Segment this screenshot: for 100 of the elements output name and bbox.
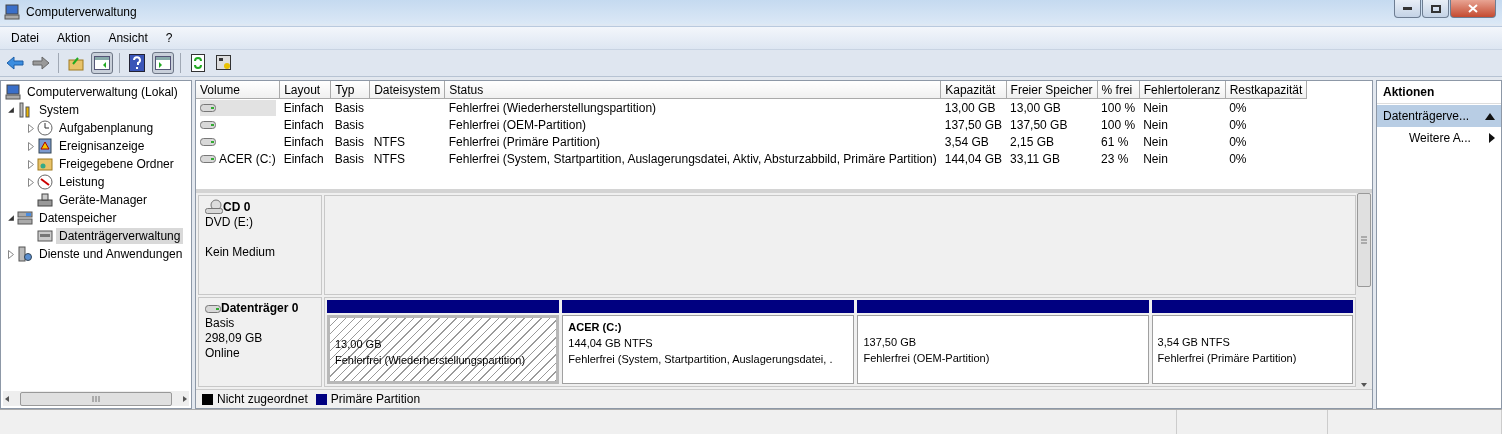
table-cell: Nein [1143,117,1168,132]
disk-detail: Kein Medium [205,245,276,259]
partition[interactable]: 3,54 GB NTFS Fehlerfrei (Primäre Partition) [1151,315,1353,384]
partition[interactable]: 137,50 GB Fehlerfrei (OEM-Partition) [857,315,1149,384]
cd-drive-icon [205,199,223,215]
disk-management-icon [37,228,53,244]
drive-icon [200,153,216,164]
tree-item[interactable]: System [36,102,82,118]
collapsed-arrow-icon[interactable] [5,248,17,260]
menu-item[interactable]: ? [158,29,180,47]
disk-detail: DVD (E:) [205,215,253,229]
show-hide-tree-button[interactable] [91,52,113,74]
gauge-icon [37,174,53,190]
tree-item[interactable]: Aufgabenplanung [56,120,157,136]
table-cell: Fehlerfrei (OEM-Partition) [448,117,587,132]
tree-item[interactable]: Ereignisanzeige [56,138,148,154]
forward-arrow-icon [32,56,50,70]
maximize-icon [1430,4,1441,13]
tree-item[interactable]: Leistung [56,174,108,190]
column-header[interactable]: Restkapazität [1225,81,1307,99]
table-cell: ACER (C:) [219,151,276,166]
column-header[interactable]: Freier Speicher [1006,81,1098,99]
table-cell: 0% [1229,117,1247,132]
expanded-arrow-icon[interactable] [5,212,17,224]
collapsed-arrow-icon[interactable] [25,158,37,170]
scrollbar-thumb[interactable] [1357,193,1371,287]
close-button[interactable] [1450,0,1496,18]
computer-icon [5,84,21,100]
column-header[interactable]: Layout [279,81,331,99]
table-cell: Fehlerfrei (Primäre Partition) [448,134,601,149]
column-header[interactable]: Volume [196,81,280,99]
grip-icon [1361,236,1367,244]
table-cell: 137,50 GB [944,117,1003,132]
expanded-arrow-icon[interactable] [5,104,17,116]
help-icon [129,54,145,72]
help-button[interactable] [126,52,148,74]
column-header[interactable]: Status [444,81,941,99]
disk-detail: Basis [205,316,235,330]
close-icon [1468,4,1478,13]
drive-icon [200,102,216,113]
volume-cell[interactable] [200,99,276,116]
partition[interactable]: 13,00 GB Fehlerfrei (Wiederherstellungspartition) [327,315,560,384]
menu-item[interactable]: Ansicht [101,29,155,47]
partition-status: Fehlerfrei (System, Startpartition, Auslagerungsdatei, . [568,353,833,365]
shared-folder-icon [37,156,53,172]
column-header[interactable]: Typ [330,81,370,99]
partition[interactable]: ACER (C:) 144,04 GB NTFS Fehlerfrei (System, Startpartition, Auslagerungsdatei, . [562,315,855,384]
table-cell: 61 % [1101,134,1129,149]
table-cell: 0% [1229,134,1247,149]
table-cell: 13,00 GB [1010,100,1061,115]
table-cell: Nein [1143,134,1168,149]
table-cell: 0% [1229,100,1247,115]
scrollbar-thumb[interactable] [20,391,172,406]
maximize-button[interactable] [1422,0,1449,18]
menu-item[interactable]: Aktion [50,29,98,47]
window-title: Computerverwaltung [26,5,138,19]
column-header[interactable]: Kapazität [940,81,1007,99]
device-icon [37,192,53,208]
scroll-left-icon[interactable] [3,394,11,403]
vertical-scrollbar[interactable] [1356,193,1372,389]
scroll-right-icon[interactable] [181,394,189,403]
disk-name: Datenträger 0 [221,301,299,316]
table-cell: Einfach [283,151,324,166]
table-cell: Nein [1143,151,1168,166]
disk-detail: Online [205,346,240,360]
tree-item[interactable]: Geräte-Manager [56,192,151,208]
table-cell: 0% [1229,151,1247,166]
table-cell: 137,50 GB [1010,117,1068,132]
partition-status: Fehlerfrei (OEM-Partition) [863,352,990,364]
column-header[interactable]: Dateisystem [369,81,445,99]
scroll-down-icon[interactable] [1360,381,1368,389]
tree-item[interactable]: Datenträgerverwaltung [56,228,184,244]
table-cell: 144,04 GB [944,151,1003,166]
tree-item[interactable]: Datenspeicher [36,210,120,226]
tree-item[interactable]: Dienste und Anwendungen [36,246,186,262]
show-hide-action-pane-button[interactable] [152,52,174,74]
storage-icon [17,210,33,226]
pane-icon [94,56,110,70]
collapsed-arrow-icon[interactable] [25,140,37,152]
table-cell: Basis [334,134,364,149]
column-header[interactable]: Fehlertoleranz [1139,81,1226,99]
tree-item[interactable]: Computerverwaltung (Lokal) [24,84,181,100]
action-item[interactable]: Weitere A... [1377,127,1501,149]
minimize-button[interactable] [1394,0,1421,18]
table-cell: 3,54 GB [944,134,989,149]
drive-icon [200,136,216,147]
partition-status: Fehlerfrei (Wiederherstellungspartition) [335,354,526,366]
action-section[interactable]: Datenträgerve... [1377,105,1501,127]
table-cell: Basis [334,100,364,115]
table-cell: 100 % [1101,117,1136,132]
menu-item[interactable]: Datei [4,29,46,47]
partition-status: Fehlerfrei (Primäre Partition) [1157,352,1297,364]
table-cell: 13,00 GB [944,100,996,115]
collapsed-arrow-icon[interactable] [25,176,37,188]
table-cell: 2,15 GB [1010,134,1055,149]
collapsed-arrow-icon[interactable] [25,122,37,134]
horizontal-scrollbar[interactable] [3,391,189,406]
folder-up-icon [68,55,84,71]
tree-item[interactable]: Freigegebene Ordner [56,156,177,172]
column-header[interactable]: % frei [1097,81,1140,99]
